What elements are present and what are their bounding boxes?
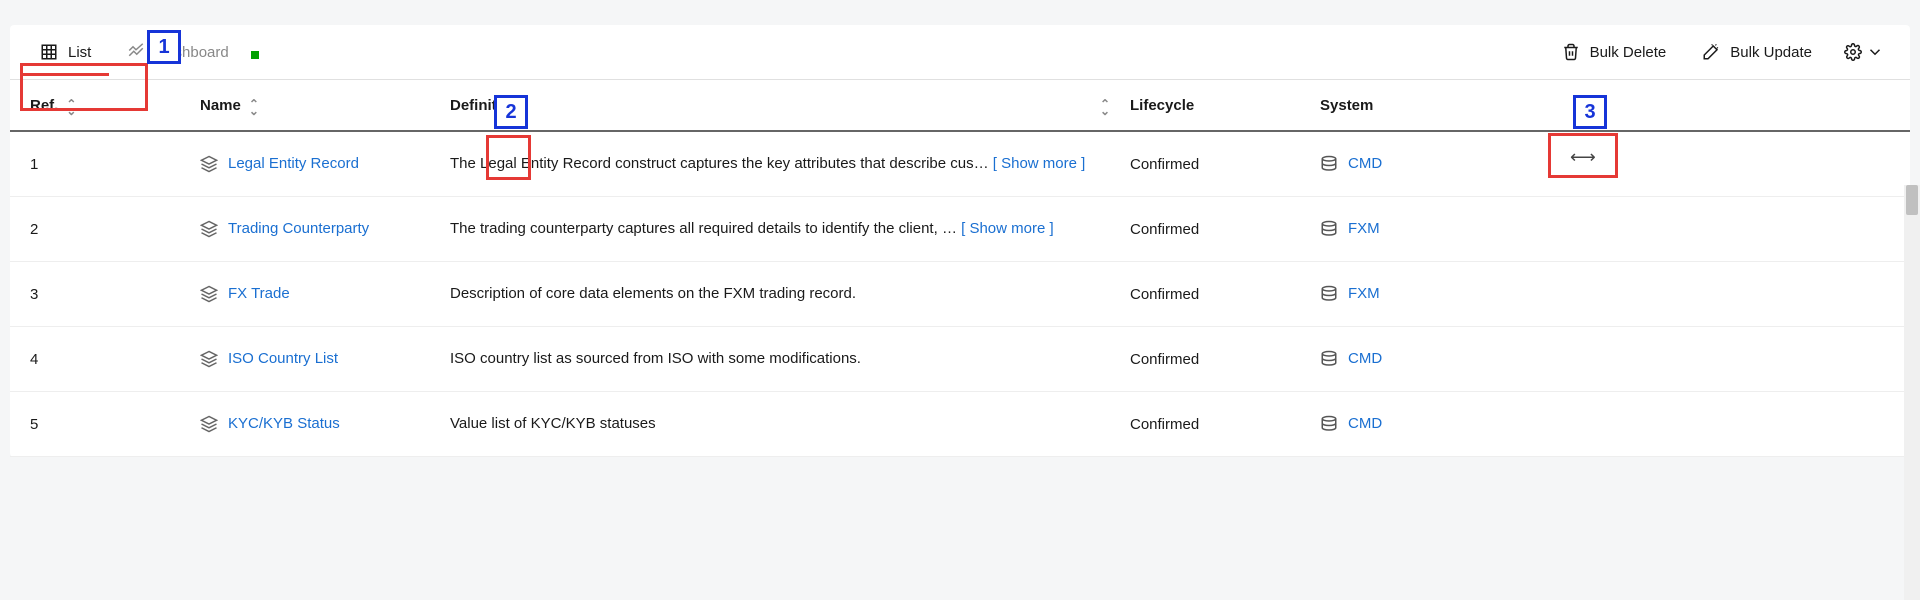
system-link[interactable]: FXM <box>1348 220 1380 237</box>
scrollbar[interactable] <box>1904 185 1920 600</box>
system-link[interactable]: CMD <box>1348 350 1382 367</box>
table-row: 2 Trading Counterparty The trading counter… <box>10 197 1910 262</box>
name-link[interactable]: KYC/KYB Status <box>228 415 340 432</box>
name-link[interactable]: Legal Entity Record <box>228 155 359 172</box>
col-header-lifecycle[interactable]: Lifecycle <box>1130 97 1320 114</box>
sort-icon[interactable]: ⌃⌄ <box>66 98 76 112</box>
name-link[interactable]: ISO Country List <box>228 350 338 367</box>
tab-list-label: List <box>68 44 91 61</box>
col-header-definition[interactable]: Definition ⌃⌄ <box>450 97 1130 114</box>
cell-lifecycle: Confirmed <box>1130 351 1320 368</box>
settings-button[interactable] <box>1830 33 1898 71</box>
cell-lifecycle: Confirmed <box>1130 156 1320 173</box>
name-link[interactable]: FX Trade <box>228 285 290 302</box>
table-row: 4 ISO Country List ISO country list as sou… <box>10 327 1910 392</box>
scroll-thumb[interactable] <box>1906 185 1918 215</box>
show-more-link[interactable]: [ Show more ] <box>993 155 1086 172</box>
cell-name: KYC/KYB Status <box>200 415 450 433</box>
cell-name: FX Trade <box>200 285 450 303</box>
bulk-delete-button[interactable]: Bulk Delete <box>1544 33 1685 71</box>
tab-dashboard[interactable]: Dashboard <box>109 29 246 75</box>
trash-icon <box>1562 43 1580 61</box>
system-link[interactable]: CMD <box>1348 415 1382 432</box>
cell-system: FXM <box>1320 285 1890 303</box>
table-header: Ref. ⌃⌄ Name ⌃⌄ Definition ⌃⌄ Lifecycle … <box>10 80 1910 132</box>
chevron-down-icon <box>1866 43 1884 61</box>
cell-definition: The Legal Entity Record construct captur… <box>450 152 1130 176</box>
bulk-delete-label: Bulk Delete <box>1590 44 1667 61</box>
col-header-system[interactable]: System <box>1320 97 1890 114</box>
tab-bar: List Dashboard Bulk Delete Bulk Update <box>10 25 1910 80</box>
layers-icon <box>200 415 218 433</box>
cell-definition: ISO country list as sourced from ISO wit… <box>450 347 1130 371</box>
cell-definition: Value list of KYC/KYB statuses <box>450 412 1130 436</box>
cell-system: CMD <box>1320 155 1890 173</box>
chart-line-icon <box>127 43 145 61</box>
cell-ref: 1 <box>30 156 200 173</box>
layers-icon <box>200 220 218 238</box>
system-link[interactable]: CMD <box>1348 155 1382 172</box>
cell-lifecycle: Confirmed <box>1130 286 1320 303</box>
col-header-name[interactable]: Name ⌃⌄ <box>200 97 450 114</box>
database-icon <box>1320 350 1338 368</box>
table-row: 3 FX Trade Description of core data elemen… <box>10 262 1910 327</box>
grid-icon <box>40 43 58 61</box>
database-icon <box>1320 285 1338 303</box>
cell-ref: 3 <box>30 286 200 303</box>
cell-name: Legal Entity Record <box>200 155 450 173</box>
cell-definition: Description of core data elements on the… <box>450 282 1130 306</box>
cell-definition: The trading counterparty captures all re… <box>450 217 1130 241</box>
cell-system: FXM <box>1320 220 1890 238</box>
cell-ref: 5 <box>30 416 200 433</box>
sort-icon[interactable]: ⌃⌄ <box>1100 98 1110 112</box>
cell-name: Trading Counterparty <box>200 220 450 238</box>
database-icon <box>1320 415 1338 433</box>
cell-name: ISO Country List <box>200 350 450 368</box>
sort-icon[interactable]: ⌃⌄ <box>249 98 259 112</box>
name-link[interactable]: Trading Counterparty <box>228 220 369 237</box>
cell-lifecycle: Confirmed <box>1130 416 1320 433</box>
bulk-update-label: Bulk Update <box>1730 44 1812 61</box>
table-row: 5 KYC/KYB Status Value list of KYC/KYB sta… <box>10 392 1910 457</box>
table-body: 1 Legal Entity Record The Legal Entity Rec… <box>10 132 1910 457</box>
tab-list[interactable]: List <box>22 29 109 75</box>
cell-ref: 2 <box>30 221 200 238</box>
system-link[interactable]: FXM <box>1348 285 1380 302</box>
layers-icon <box>200 285 218 303</box>
wand-icon <box>1702 43 1720 61</box>
gear-icon <box>1844 43 1862 61</box>
layers-icon <box>200 350 218 368</box>
table-row: 1 Legal Entity Record The Legal Entity Rec… <box>10 132 1910 197</box>
database-icon <box>1320 155 1338 173</box>
tab-dashboard-label: Dashboard <box>155 44 228 61</box>
database-icon <box>1320 220 1338 238</box>
col-header-ref[interactable]: Ref. ⌃⌄ <box>30 97 200 114</box>
layers-icon <box>200 155 218 173</box>
marker <box>251 51 259 59</box>
cell-lifecycle: Confirmed <box>1130 221 1320 238</box>
cell-system: CMD <box>1320 415 1890 433</box>
cell-system: CMD <box>1320 350 1890 368</box>
cell-ref: 4 <box>30 351 200 368</box>
show-more-link[interactable]: [ Show more ] <box>961 220 1054 237</box>
bulk-update-button[interactable]: Bulk Update <box>1684 33 1830 71</box>
